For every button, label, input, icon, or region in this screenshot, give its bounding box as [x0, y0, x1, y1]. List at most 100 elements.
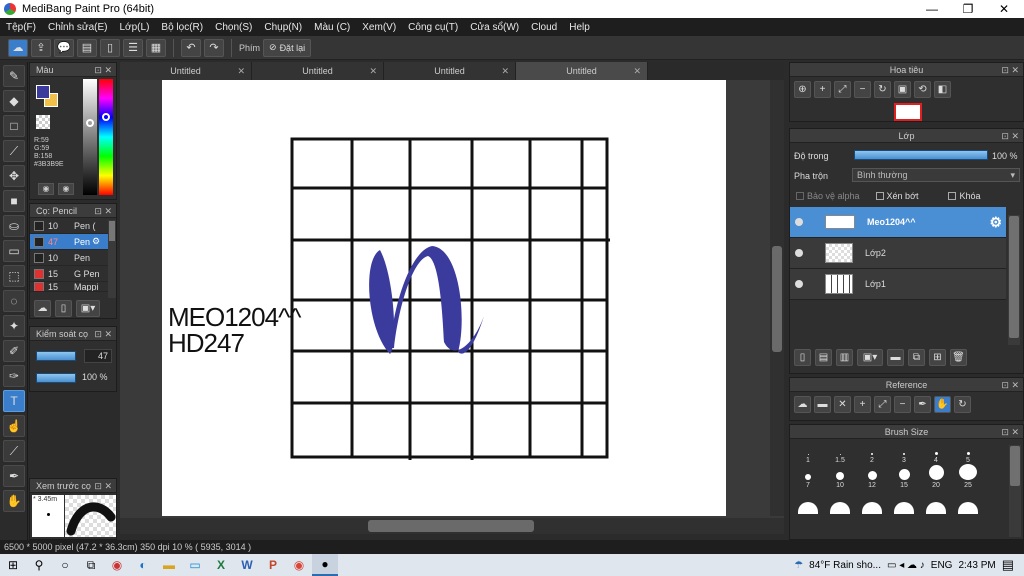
redo-icon[interactable]: ↷ [204, 38, 224, 57]
brush-opacity-slider[interactable] [36, 373, 76, 383]
medibang-app-icon[interactable]: ● [312, 554, 338, 576]
close-icon[interactable]: ✕ [369, 62, 377, 80]
close-button[interactable]: ✕ [986, 0, 1022, 18]
layer-menu-icon[interactable]: ▣▾ [857, 349, 883, 366]
merge-layer-icon[interactable]: ⊞ [929, 349, 946, 366]
layer-row-selected[interactable]: Meo1204^^ ⚙ [790, 207, 1006, 238]
menu-layer[interactable]: Lớp(L) [114, 22, 156, 33]
line-tool-icon[interactable]: ⟋ [3, 140, 25, 162]
panel-controls-icon[interactable]: ⊡ ✕ [1001, 129, 1019, 143]
brush-item[interactable]: 10 Pen ( [30, 218, 108, 234]
clock[interactable]: 2:43 PM [958, 560, 995, 571]
layer-row[interactable]: Lớp1 [790, 269, 1006, 300]
drawing-canvas[interactable]: MEO1204^^ HD247 [162, 80, 726, 516]
menu-snap[interactable]: Chụp(N) [258, 22, 308, 33]
tab-untitled-3[interactable]: Untitled ✕ [384, 62, 516, 80]
notification-icon[interactable]: ▤ [1002, 557, 1014, 573]
clipping-checkbox[interactable]: Xén bớt [875, 191, 918, 201]
brush-size-option[interactable]: 2 [856, 439, 888, 464]
eyedropper-tool-icon[interactable]: ✒ [3, 465, 25, 487]
brush-size-option[interactable] [888, 489, 920, 514]
weather-text[interactable]: 84°F Rain sho... [809, 560, 881, 571]
recorder-app-icon[interactable]: ◉ [104, 554, 130, 576]
gradient-tool-icon[interactable]: ▭ [3, 240, 25, 262]
fit-icon[interactable]: ⤢ [874, 396, 891, 413]
canvas-area[interactable]: MEO1204^^ HD247 [120, 80, 784, 520]
new-8bit-layer-icon[interactable]: ▥ [836, 349, 853, 366]
primary-color-swatch[interactable] [36, 85, 50, 99]
language-indicator[interactable]: ENG [931, 560, 953, 571]
value-slider[interactable] [83, 79, 97, 195]
protect-alpha-checkbox[interactable]: Bảo vệ alpha [796, 191, 860, 201]
rectangle-tool-icon[interactable]: □ [3, 115, 25, 137]
cloud-icon[interactable]: ☁ [8, 38, 28, 57]
visibility-icon[interactable] [795, 280, 803, 288]
brush-size-option[interactable] [856, 489, 888, 514]
lock-checkbox[interactable]: Khóa [948, 191, 981, 201]
brush-size-option[interactable] [792, 489, 824, 514]
tab-untitled-2[interactable]: Untitled ✕ [252, 62, 384, 80]
brush-menu-icon[interactable]: ▣▾ [76, 300, 100, 317]
folder-icon[interactable]: ▬ [887, 349, 904, 366]
brush-size-option[interactable] [920, 489, 952, 514]
menu-color[interactable]: Màu (C) [308, 22, 356, 33]
zoom-out-icon[interactable]: − [894, 396, 911, 413]
scrollbar-thumb[interactable] [772, 246, 782, 352]
menu-cloud[interactable]: Cloud [525, 22, 563, 33]
comment-icon[interactable]: 💬 [54, 38, 74, 57]
new-layer-icon[interactable]: ▯ [794, 349, 811, 366]
brush-size-scrollbar[interactable] [1009, 445, 1021, 537]
brush-size-option[interactable]: 4 [920, 439, 952, 464]
operation-tool-icon[interactable]: ☝ [3, 415, 25, 437]
select-eraser-tool-icon[interactable]: ✑ [3, 365, 25, 387]
gear-icon[interactable]: ⚙ [989, 214, 1002, 231]
brush-size-slider[interactable] [36, 351, 76, 361]
brush-size-option[interactable]: 20 [920, 464, 952, 489]
panel-controls-icon[interactable]: ⊡ ✕ [1001, 425, 1019, 439]
close-icon[interactable]: ✕ [237, 62, 245, 80]
menu-edit[interactable]: Chỉnh sửa(E) [42, 22, 114, 33]
brush-size-option[interactable]: 10 [824, 464, 856, 489]
brush-item[interactable]: 10 Pen [30, 250, 108, 266]
grid-icon[interactable]: ▦ [146, 38, 166, 57]
new-halftone-layer-icon[interactable]: ▤ [815, 349, 832, 366]
scrollbar-thumb[interactable] [1010, 446, 1020, 486]
canvas-vertical-scrollbar[interactable] [770, 80, 784, 516]
remote-desktop-icon[interactable]: ▭ [182, 554, 208, 576]
fill-rect-tool-icon[interactable]: ■ [3, 190, 25, 212]
brush-size-option[interactable]: 1 [792, 439, 824, 464]
panel-controls-icon[interactable]: ⊡ ✕ [94, 63, 112, 77]
transparent-color-swatch[interactable] [36, 115, 50, 129]
task-view-icon[interactable]: ⧉ [78, 554, 104, 576]
menu-file[interactable]: Tệp(F) [0, 22, 42, 33]
list-icon[interactable]: ☰ [123, 38, 143, 57]
reset-button[interactable]: ⊘ Đặt lại [263, 38, 312, 57]
tab-untitled-4[interactable]: Untitled ✕ [516, 62, 648, 80]
panel-controls-icon[interactable]: ⊡ ✕ [94, 327, 112, 341]
scrollbar-thumb[interactable] [368, 520, 534, 532]
select-pen-tool-icon[interactable]: ✐ [3, 340, 25, 362]
duplicate-layer-icon[interactable]: ⧉ [908, 349, 925, 366]
scrollbar-thumb[interactable] [109, 221, 115, 241]
zoom-out-icon[interactable]: − [854, 81, 871, 98]
brush-size-option[interactable] [952, 489, 984, 514]
cloud-icon[interactable]: ☁ [794, 396, 811, 413]
edge-browser-icon[interactable]: ◐ [130, 554, 156, 576]
actual-size-icon[interactable]: ▣ [894, 81, 911, 98]
undo-icon[interactable]: ↶ [181, 38, 201, 57]
excel-icon[interactable]: X [208, 554, 234, 576]
panel-controls-icon[interactable]: ⊡ ✕ [1001, 63, 1019, 77]
maximize-button[interactable]: ❐ [950, 0, 986, 18]
brush-item-selected[interactable]: 47 Pen ⚙ [30, 234, 108, 250]
blend-mode-select[interactable]: Bình thường ▾ [852, 168, 1020, 182]
divide-tool-icon[interactable]: ⟋ [3, 440, 25, 462]
hue-slider[interactable] [99, 79, 113, 195]
zoom-in-icon[interactable]: + [854, 396, 871, 413]
delete-layer-icon[interactable]: 🗑 [950, 349, 967, 366]
visibility-icon[interactable] [795, 249, 803, 257]
document-icon[interactable]: ▯ [100, 38, 120, 57]
brush-tool-icon[interactable]: ✎ [3, 65, 25, 87]
brush-size-option[interactable]: 15 [888, 464, 920, 489]
brush-size-value[interactable]: 47 [84, 349, 112, 363]
new-brush-icon[interactable]: ▯ [55, 300, 72, 317]
